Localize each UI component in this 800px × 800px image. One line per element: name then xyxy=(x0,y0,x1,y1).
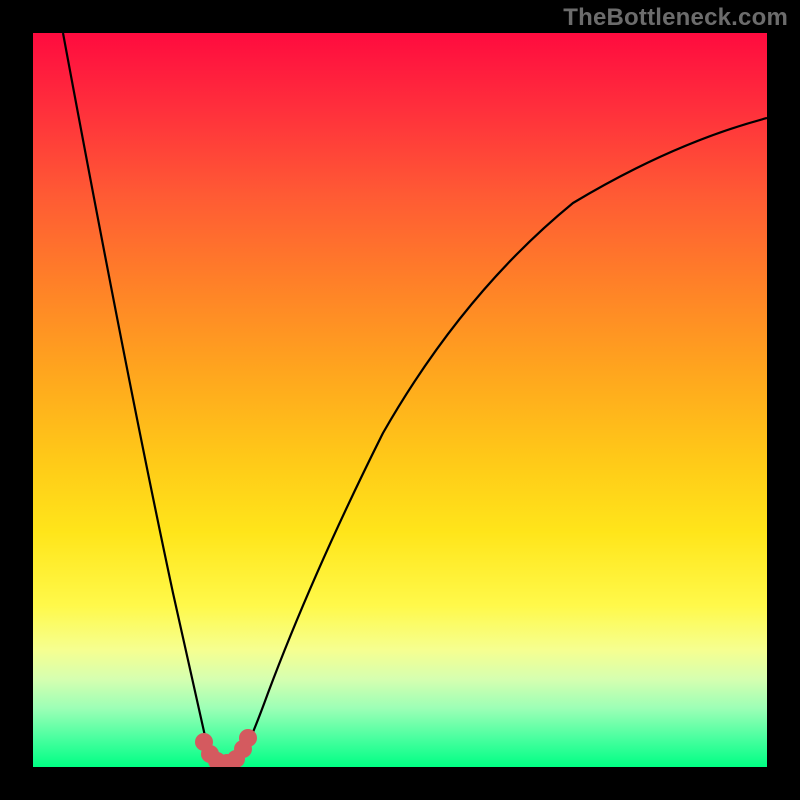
watermark-text: TheBottleneck.com xyxy=(563,4,788,32)
plot-area xyxy=(33,33,767,767)
chart-frame: TheBottleneck.com xyxy=(0,0,800,800)
curve-layer xyxy=(33,33,767,767)
valley-marker-group xyxy=(195,729,257,767)
left-branch-curve xyxy=(63,33,216,763)
valley-marker xyxy=(239,729,257,747)
right-branch-curve xyxy=(238,118,767,763)
